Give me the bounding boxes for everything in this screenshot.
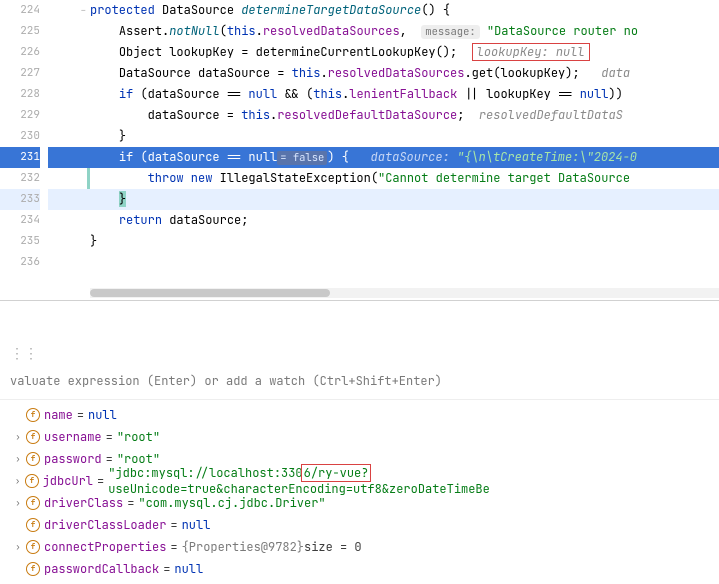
expand-icon[interactable]: ›	[10, 453, 26, 465]
code-line: dataSource = this.resolvedDefaultDataSou…	[48, 105, 719, 126]
expand-icon[interactable]: ›	[10, 431, 26, 443]
field-icon: f	[25, 474, 38, 488]
field-icon: f	[26, 408, 40, 422]
field-icon: f	[26, 518, 40, 532]
highlighted-segment: 6/ry-vue?	[301, 464, 372, 482]
expand-icon[interactable]: ›	[10, 497, 26, 509]
watch-expression-input[interactable]: valuate expression (Enter) or add a watc…	[0, 367, 719, 400]
code-area[interactable]: protected DataSource determineTargetData…	[48, 0, 719, 273]
code-line: }	[48, 231, 719, 252]
field-icon: f	[26, 496, 40, 510]
code-line: return dataSource;	[48, 210, 719, 231]
variable-row[interactable]: fname=null	[0, 404, 719, 426]
variable-row[interactable]: ›fconnectProperties={Properties@9782} si…	[0, 536, 719, 558]
expand-icon[interactable]: ›	[10, 475, 25, 487]
scrollbar-thumb[interactable]	[90, 289, 330, 297]
variable-row[interactable]: fpasswordCallback=null	[0, 558, 719, 580]
drag-handle-icon[interactable]: ⋮⋮	[0, 341, 719, 367]
variable-row[interactable]: ›fusername="root"	[0, 426, 719, 448]
code-line: Object lookupKey = determineCurrentLooku…	[48, 42, 719, 63]
code-line: }	[48, 126, 719, 147]
line-number-gutter: 224225226227228229230231232233234235236	[0, 0, 48, 273]
code-line	[48, 252, 719, 273]
field-icon: f	[26, 452, 40, 466]
code-line: Assert.notNull(this.resolvedDataSources,…	[48, 21, 719, 42]
field-icon: f	[26, 430, 40, 444]
code-line: if (dataSource == null && (this.lenientF…	[48, 84, 719, 105]
inline-value-hint: lookupKey: null	[472, 43, 590, 61]
code-line: DataSource dataSource = this.resolvedDat…	[48, 63, 719, 84]
code-line-breakpoint: if (dataSource == null= false) { dataSou…	[48, 147, 719, 168]
variables-tree[interactable]: fname=null ›fusername="root" ›fpassword=…	[0, 400, 719, 584]
code-line-exec-point: }	[48, 189, 719, 210]
horizontal-scrollbar[interactable]	[90, 288, 719, 298]
variable-row[interactable]: fdriverClassLoader=null	[0, 514, 719, 536]
debug-panel: ⋮⋮ valuate expression (Enter) or add a w…	[0, 301, 719, 584]
variable-row[interactable]: ›fjdbcUrl="jdbc:mysql://localhost:3306/r…	[0, 470, 719, 492]
field-icon: f	[26, 540, 40, 554]
expand-icon[interactable]: ›	[10, 541, 26, 553]
code-editor[interactable]: 224225226227228229230231232233234235236 …	[0, 0, 719, 298]
field-icon: f	[26, 562, 40, 576]
code-line: protected DataSource determineTargetData…	[48, 0, 719, 21]
code-line: throw new IllegalStateException("Cannot …	[87, 168, 719, 189]
